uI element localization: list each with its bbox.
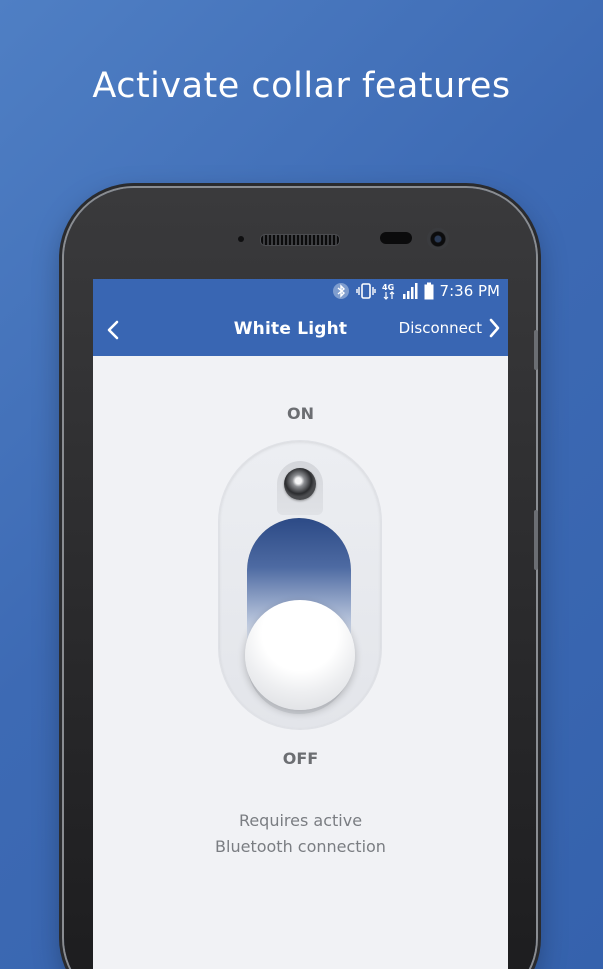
switch-off-label: OFF [282, 749, 319, 768]
requirement-note: Requires active Bluetooth connection [93, 808, 508, 860]
signal-icon [402, 282, 418, 300]
bluetooth-icon [332, 282, 350, 300]
phone-side-button [534, 510, 538, 570]
switch-knob[interactable] [245, 600, 355, 710]
light-sensor [380, 232, 412, 244]
requirement-note-line2: Bluetooth connection [215, 837, 386, 856]
proximity-sensor [238, 236, 244, 242]
switch-on-label: ON [287, 404, 314, 423]
headline: Activate collar features [92, 66, 511, 106]
status-time: 7:36 PM [439, 282, 500, 300]
led-housing [277, 461, 323, 515]
phone-side-button [534, 330, 538, 370]
main-content: ON OFF Requires active Bluetooth connect… [93, 356, 508, 969]
chevron-right-icon [489, 318, 500, 338]
app-bar: White Light Disconnect [93, 306, 508, 356]
4g-icon: 4G [382, 282, 396, 300]
back-button[interactable] [97, 314, 129, 346]
disconnect-label: Disconnect [398, 319, 482, 337]
front-camera-icon [427, 228, 449, 250]
svg-text:4G: 4G [382, 283, 394, 292]
battery-icon [424, 282, 434, 300]
phone-screen: 4G 7:36 PM White Light Disconnect ON OFF… [93, 279, 508, 969]
vibrate-icon [355, 282, 376, 300]
disconnect-button[interactable]: Disconnect [399, 318, 500, 338]
earpiece-speaker [260, 234, 340, 246]
light-toggle-switch[interactable] [219, 441, 381, 729]
led-icon [284, 468, 316, 500]
chevron-left-icon [107, 320, 119, 340]
page-title: White Light [233, 319, 348, 339]
requirement-note-line1: Requires active [238, 811, 363, 830]
status-bar: 4G 7:36 PM [93, 279, 508, 306]
